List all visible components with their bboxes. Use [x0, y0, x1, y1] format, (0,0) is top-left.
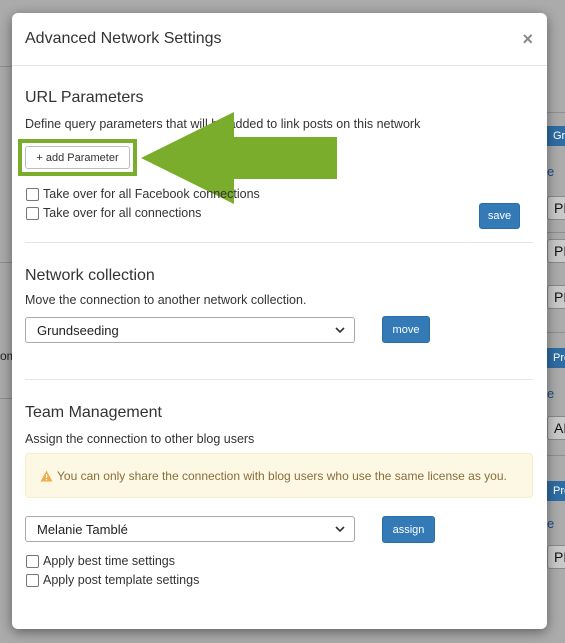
chevron-down-icon: [335, 526, 345, 533]
advanced-network-settings-modal: Advanced Network Settings × URL Paramete…: [12, 13, 547, 629]
apply-post-template-row[interactable]: Apply post template settings: [26, 573, 199, 587]
apply-post-template-checkbox[interactable]: [26, 573, 39, 587]
bg-time-field[interactable]: PM: [547, 196, 565, 220]
license-warning-alert: You can only share the connection with b…: [25, 453, 533, 498]
license-warning-text: You can only share the connection with b…: [57, 468, 507, 483]
url-parameters-title: URL Parameters: [25, 89, 144, 106]
team-management-title: Team Management: [25, 404, 162, 421]
close-icon[interactable]: ×: [522, 29, 533, 50]
bg-divider: [547, 232, 565, 233]
modal-header: Advanced Network Settings ×: [12, 13, 547, 66]
take-over-all-label: Take over for all connections: [43, 206, 202, 220]
add-parameter-button[interactable]: + add Parameter: [25, 146, 130, 169]
bg-link[interactable]: e: [547, 386, 554, 401]
bg-link[interactable]: e: [547, 516, 554, 531]
take-over-facebook-checkbox[interactable]: [26, 187, 39, 201]
bg-divider: [547, 332, 565, 333]
bg-divider: [0, 66, 12, 67]
chevron-down-icon: [335, 327, 345, 334]
network-collection-selected: Grundseeding: [37, 322, 119, 338]
move-button[interactable]: move: [382, 316, 430, 343]
bg-divider: [0, 262, 12, 263]
network-collection-title: Network collection: [25, 267, 155, 284]
section-divider: [25, 379, 533, 380]
take-over-all-row[interactable]: Take over for all connections: [26, 206, 201, 220]
save-button[interactable]: save: [479, 203, 520, 229]
bg-profile-button[interactable]: Profi: [547, 481, 565, 501]
team-management-description: Assign the connection to other blog user…: [25, 432, 255, 446]
blog-user-selected: Melanie Tamblé: [37, 521, 128, 537]
modal-title: Advanced Network Settings: [25, 30, 222, 47]
apply-best-time-row[interactable]: Apply best time settings: [26, 554, 175, 568]
blog-user-select[interactable]: Melanie Tamblé: [25, 516, 355, 542]
bg-divider: [0, 398, 12, 399]
bg-group-button[interactable]: Grou: [547, 126, 565, 146]
section-divider: [25, 242, 533, 243]
apply-best-time-checkbox[interactable]: [26, 554, 39, 568]
take-over-facebook-label: Take over for all Facebook connections: [43, 187, 260, 201]
bg-divider: [547, 112, 565, 113]
bg-link[interactable]: e: [547, 164, 554, 179]
assign-button[interactable]: assign: [382, 516, 435, 543]
warning-icon: [40, 470, 53, 481]
bg-time-field[interactable]: PM: [547, 239, 565, 263]
network-collection-description: Move the connection to another network c…: [25, 293, 307, 307]
bg-time-field[interactable]: PM: [547, 285, 565, 309]
network-collection-select[interactable]: Grundseeding: [25, 317, 355, 343]
apply-best-time-label: Apply best time settings: [43, 554, 176, 568]
bg-time-field[interactable]: PM: [547, 545, 565, 569]
take-over-facebook-row[interactable]: Take over for all Facebook connections: [26, 187, 260, 201]
take-over-all-checkbox[interactable]: [26, 206, 39, 220]
bg-profile-button[interactable]: Profi: [547, 348, 565, 368]
apply-post-template-label: Apply post template settings: [43, 573, 200, 587]
add-parameter-highlight: + add Parameter: [18, 139, 137, 176]
bg-divider: [547, 455, 565, 456]
bg-time-field[interactable]: AM: [547, 416, 565, 440]
